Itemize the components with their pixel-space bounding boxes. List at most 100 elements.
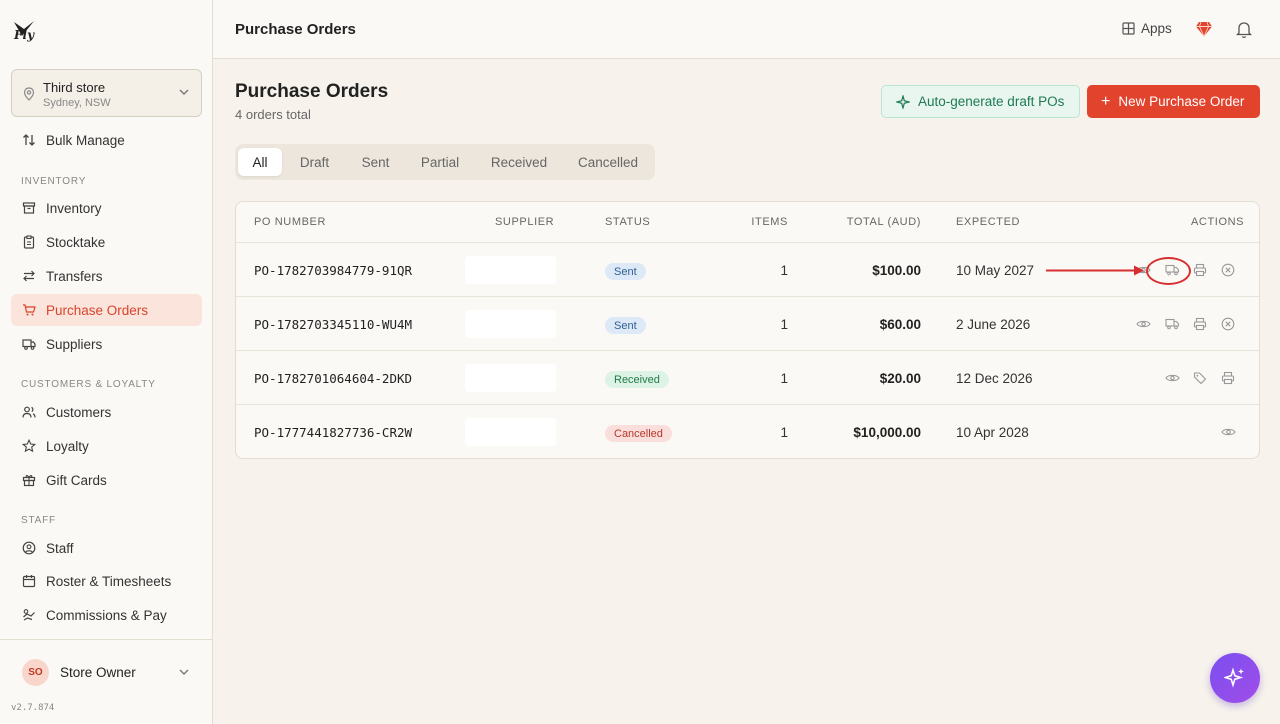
items-count: 1 [780,263,788,278]
po-number[interactable]: PO-1782701064604-2DKD [254,371,412,386]
sidebar-item-label: Gift Cards [46,472,107,488]
items-count: 1 [780,317,788,332]
supplier-cell [465,364,556,392]
sidebar-item-transfers[interactable]: Transfers [11,260,202,292]
cart-icon [22,303,36,317]
apps-button[interactable]: Apps [1122,21,1172,36]
section-staff: STAFF [21,515,56,526]
tab-cancelled[interactable]: Cancelled [567,148,649,176]
column-header-expected: EXPECTED [956,216,1021,228]
clipboard-icon [22,235,36,249]
print-icon[interactable] [1192,316,1208,332]
cancel-icon[interactable] [1220,316,1236,332]
new-purchase-order-button[interactable]: + New Purchase Order [1087,85,1260,118]
sparkle-icon [1224,667,1244,688]
logo-text: Fly [14,28,35,42]
tag-icon[interactable] [1192,370,1208,386]
total-amount: $100.00 [872,263,921,278]
tab-sent[interactable]: Sent [349,148,402,176]
status-badge: Cancelled [605,425,672,442]
sidebar-item-customers[interactable]: Customers [11,396,202,428]
sidebar-item-label: Bulk Manage [46,132,125,148]
print-icon[interactable] [1192,262,1208,278]
sidebar-item-label: Roster & Timesheets [46,573,172,589]
chevron-down-icon [179,89,189,95]
sidebar-item-label: Stocktake [46,234,106,250]
table-row[interactable]: PO-1782703345110-WU4M Sent 1 $60.00 2 Ju… [236,296,1259,350]
user-name: Store Owner [60,665,136,680]
sidebar-item-bulk-manage[interactable]: Bulk Manage [11,124,202,156]
total-amount: $60.00 [879,317,921,332]
chevron-down-icon[interactable] [179,668,189,676]
sidebar-item-loyalty[interactable]: Loyalty [11,430,202,462]
sidebar: Fly Third store Sydney, NSW Bulk Manage … [0,0,213,724]
annotation-circle [1146,257,1191,285]
column-header-items: ITEMS [751,216,788,228]
column-header-status: STATUS [605,216,651,228]
supplier-cell [465,310,556,338]
table-row[interactable]: PO-1777441827736-CR2W Cancelled 1 $10,00… [236,404,1259,458]
view-icon[interactable] [1164,370,1180,386]
status-badge: Sent [605,317,646,334]
expected-date: 12 Dec 2026 [956,371,1033,386]
users-icon [22,405,36,419]
status-badge: Received [605,371,669,388]
po-number[interactable]: PO-1782703345110-WU4M [254,317,412,332]
expected-date: 2 June 2026 [956,317,1031,332]
sidebar-item-label: Commissions & Pay [46,607,167,623]
sidebar-item-label: Customers [46,404,112,420]
store-location: Sydney, NSW [43,97,111,109]
gift-icon [22,473,36,487]
supplier-cell [465,256,556,284]
sidebar-item-label: Transfers [46,268,103,284]
sidebar-item-label: Purchase Orders [46,302,149,318]
sidebar-item-roster-timesheets[interactable]: Roster & Timesheets [11,565,202,597]
sidebar-item-commissions-pay[interactable]: Commissions & Pay [11,599,202,631]
tab-partial[interactable]: Partial [409,148,471,176]
sidebar-item-label: Loyalty [46,438,89,454]
sidebar-item-gift-cards[interactable]: Gift Cards [11,464,202,496]
calendar-icon [22,574,36,588]
sidebar-item-staff[interactable]: Staff [11,532,202,564]
cancel-icon[interactable] [1220,262,1236,278]
view-icon[interactable] [1135,316,1151,332]
table-row[interactable]: PO-1782701064604-2DKD Received 1 $20.00 … [236,350,1259,404]
sidebar-item-stocktake[interactable]: Stocktake [11,226,202,258]
store-selector[interactable]: Third store Sydney, NSW [11,69,202,117]
sidebar-item-inventory[interactable]: Inventory [11,192,202,224]
auto-generate-button[interactable]: Auto-generate draft POs [881,85,1080,118]
new-purchase-order-label: New Purchase Order [1118,94,1245,109]
section-customers-loyalty: CUSTOMERS & LOYALTY [21,379,156,390]
tab-draft[interactable]: Draft [287,148,342,176]
status-tabs: All Draft Sent Partial Received Cancelle… [235,144,655,180]
page-title: Purchase Orders [235,81,389,102]
topbar-title: Purchase Orders [235,21,356,38]
sparkle-icon [896,94,910,109]
grid-icon [1122,22,1135,35]
tab-all[interactable]: All [238,148,282,176]
column-header-supplier: SUPPLIER [495,216,555,228]
sidebar-item-purchase-orders[interactable]: Purchase Orders [11,294,202,326]
sidebar-item-suppliers[interactable]: Suppliers [11,328,202,360]
ai-assistant-button[interactable] [1210,653,1260,703]
total-amount: $10,000.00 [853,425,921,440]
page-subtitle: 4 orders total [235,107,311,122]
print-icon[interactable] [1220,370,1236,386]
truck-icon[interactable] [1164,316,1180,332]
user-menu[interactable]: SO Store Owner v2.7.874 [0,639,213,724]
po-number[interactable]: PO-1782703984779-91QR [254,263,412,278]
view-icon[interactable] [1220,424,1236,440]
po-number[interactable]: PO-1777441827736-CR2W [254,425,412,440]
expected-date: 10 Apr 2028 [956,425,1029,440]
section-inventory: INVENTORY [21,176,87,187]
sidebar-item-label: Suppliers [46,336,103,352]
expected-date: 10 May 2027 [956,263,1035,278]
user-circle-icon [22,541,36,555]
bell-icon[interactable] [1235,20,1253,39]
location-pin-icon [23,87,35,101]
purchase-orders-table: PO NUMBER SUPPLIER STATUS ITEMS TOTAL (A… [235,201,1260,459]
sidebar-item-label: Inventory [46,200,102,216]
tab-received[interactable]: Received [478,148,560,176]
diamond-icon[interactable] [1195,20,1213,38]
annotation-arrow [1046,265,1144,276]
